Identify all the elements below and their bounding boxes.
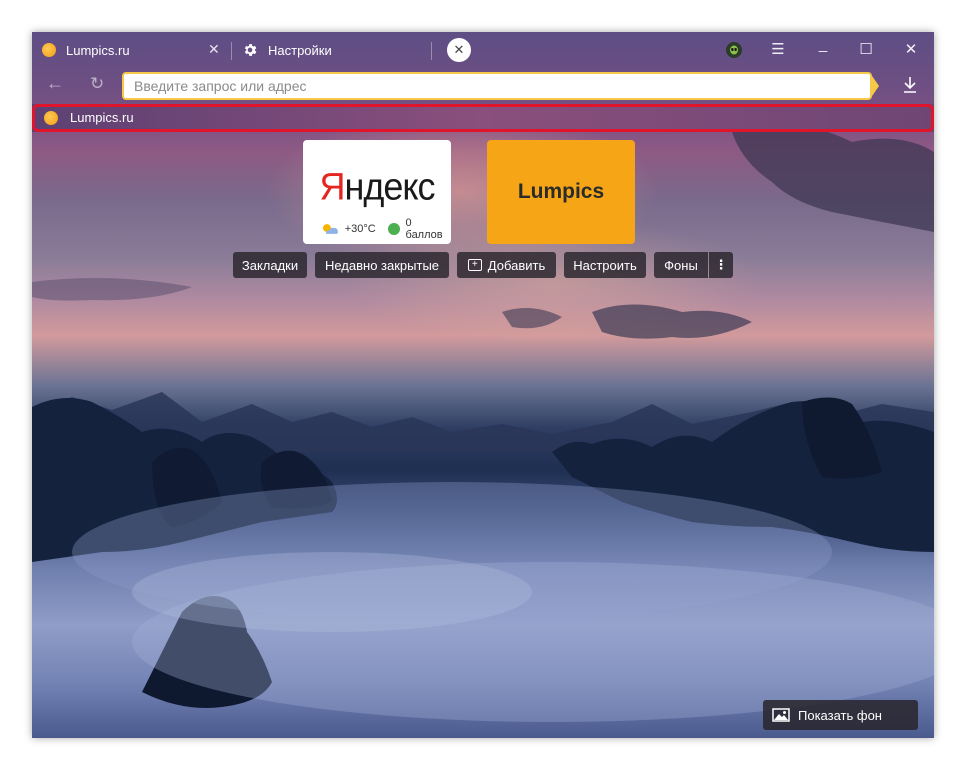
button-label: Фоны [664,257,698,273]
points-icon [387,223,400,235]
back-icon[interactable]: ← [46,73,64,94]
backgrounds-button[interactable]: Фоны [654,252,708,278]
tile-lumpics[interactable]: Lumpics [487,140,635,244]
tab-divider [231,42,232,60]
add-button[interactable]: + Добавить [457,252,556,278]
address-bar-tip [870,73,879,99]
weather-temperature: +30°C [344,223,376,235]
close-new-tab-icon[interactable]: ✕ [447,38,471,62]
bookmarks-bar-highlight [32,104,934,132]
address-bar[interactable] [122,72,872,100]
button-label: Показать фон [798,707,882,723]
close-tab-icon[interactable]: ✕ [208,41,220,58]
maximize-icon[interactable]: ☐ [855,40,877,58]
tab-lumpics[interactable]: Lumpics.ru [42,36,230,64]
points-value: 0 баллов [405,217,443,241]
download-icon[interactable] [902,76,918,94]
yandex-logo: Яндекс [319,164,435,208]
yandex-widgets: +30°C 0 баллов [321,217,451,241]
close-window-icon[interactable]: ✕ [900,40,922,58]
protect-icon[interactable] [726,42,742,58]
tab-label: Lumpics.ru [66,42,130,58]
backgrounds-more-button[interactable]: ⋮ [709,252,733,278]
button-label: Недавно закрытые [324,257,440,273]
bookmarks-button[interactable]: Закладки [233,252,307,278]
button-label: Добавить [487,257,546,273]
menu-icon[interactable]: ☰ [767,40,789,58]
tab-divider [431,42,432,60]
gear-icon [244,44,257,56]
customize-button[interactable]: Настроить [564,252,646,278]
minimize-icon[interactable]: _ [812,36,834,53]
recently-closed-button[interactable]: Недавно закрытые [315,252,449,278]
reload-icon[interactable]: ↻ [90,74,104,94]
picture-icon [772,708,790,722]
navigation-bar: ← ↻ [32,68,934,104]
button-label: Закладки [241,257,299,273]
lumpics-favicon-icon [42,43,56,57]
background-landscape [32,124,934,722]
tab-label: Настройки [268,42,332,58]
tab-strip: Lumpics.ru ✕ Настройки ✕ ☰ _ ☐ ✕ [32,32,934,68]
more-icon: ⋮ [714,257,728,272]
browser-window: Lumpics.ru ✕ Настройки ✕ ☰ _ ☐ ✕ ← ↻ Вве… [32,32,934,738]
weather-icon [322,224,338,234]
show-background-button[interactable]: Показать фон [763,700,918,730]
tile-label: Lumpics [517,180,605,203]
button-label: Настроить [573,257,637,273]
tile-yandex[interactable]: Яндекс +30°C 0 баллов [303,140,451,244]
add-icon: + [467,259,482,271]
tab-settings[interactable]: Настройки [242,36,432,64]
address-input[interactable] [132,77,870,95]
